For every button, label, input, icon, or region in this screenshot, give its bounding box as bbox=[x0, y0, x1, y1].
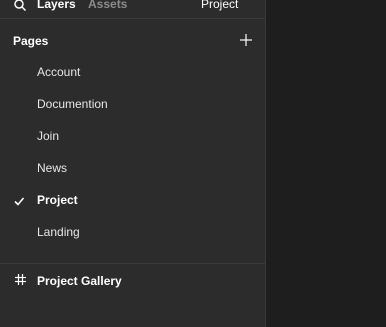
canvas-area[interactable] bbox=[267, 0, 386, 327]
page-select-dropdown[interactable]: Project bbox=[201, 0, 238, 11]
page-item-label: News bbox=[37, 161, 68, 175]
page-item-label: Project bbox=[37, 193, 78, 207]
tab-assets[interactable]: Assets bbox=[88, 0, 127, 11]
page-item[interactable]: News bbox=[0, 152, 266, 184]
page-item-label: Documention bbox=[37, 97, 108, 111]
page-item[interactable]: Account bbox=[0, 56, 266, 88]
section-divider bbox=[0, 263, 266, 264]
tab-layers[interactable]: Layers bbox=[37, 0, 76, 11]
sidebar-toolbar: Layers Assets Project bbox=[0, 0, 266, 19]
pages-title: Pages bbox=[13, 34, 49, 48]
page-list: Account Documention Join News Project Landing bbox=[0, 56, 266, 248]
search-icon[interactable] bbox=[13, 0, 27, 12]
page-item[interactable]: Documention bbox=[0, 88, 266, 120]
page-item[interactable]: Landing bbox=[0, 216, 266, 248]
page-item-label: Landing bbox=[37, 225, 80, 239]
pages-section-header: Pages bbox=[13, 33, 253, 49]
page-item-label: Join bbox=[37, 129, 60, 143]
page-item[interactable]: Project bbox=[0, 184, 266, 216]
app-window: Layers Assets Project Pages Account Docum… bbox=[0, 0, 386, 327]
page-item-label: Account bbox=[37, 65, 81, 79]
left-sidebar: Layers Assets Project Pages Account Docum… bbox=[0, 0, 266, 327]
hash-icon bbox=[14, 273, 27, 286]
project-gallery-item[interactable]: Project Gallery bbox=[0, 266, 266, 294]
page-item[interactable]: Join bbox=[0, 120, 266, 152]
project-gallery-label: Project Gallery bbox=[37, 274, 122, 288]
check-icon bbox=[13, 194, 25, 206]
plus-icon[interactable] bbox=[239, 33, 253, 47]
